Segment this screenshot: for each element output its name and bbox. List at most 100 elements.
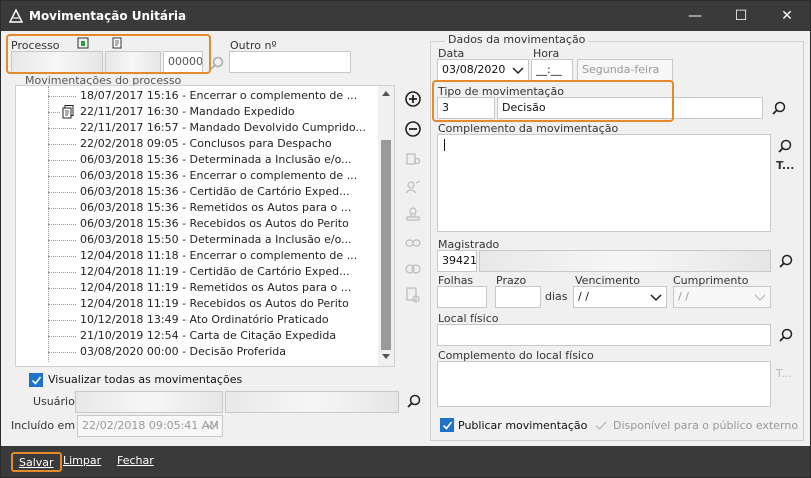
tree-connector <box>48 128 76 129</box>
tree-connector <box>48 352 76 353</box>
prazo-field[interactable] <box>495 286 541 308</box>
tree-connector <box>48 96 76 97</box>
tree-item-label: 18/07/2017 15:16 - Encerrar o complement… <box>80 89 358 102</box>
minimize-button[interactable]: — <box>672 1 718 31</box>
tree-item-label: 12/04/2018 11:19 - Certidão de Cartório … <box>80 265 350 278</box>
tree-item-label: 22/11/2017 16:57 - Mandado Devolvido Cum… <box>80 121 366 134</box>
tree-item[interactable]: 06/03/2018 15:36 - Remetidos os Autos pa… <box>16 200 378 216</box>
movimentacao-window: Movimentação Unitária — ☐ ✕ Processo 000… <box>0 0 811 478</box>
tree-item[interactable]: 12/04/2018 11:19 - Certidão de Cartório … <box>16 264 378 280</box>
disabled-check-icon <box>595 421 607 431</box>
tree-item[interactable]: 06/03/2018 15:36 - Certidão de Cartório … <box>16 184 378 200</box>
link-icon[interactable] <box>403 233 423 253</box>
tree-connector <box>48 192 76 193</box>
processo-highlight <box>6 34 211 74</box>
tree-item-label: 10/12/2018 13:49 - Ato Ordinatório Prati… <box>80 313 329 326</box>
magistrado-name-field[interactable] <box>479 250 771 272</box>
tree-item-label: 06/03/2018 15:36 - Recebidos os Autos do… <box>80 217 349 230</box>
data-field[interactable]: 03/08/2020 <box>437 59 529 81</box>
tree-item[interactable]: 22/11/2017 16:30 - Mandado Expedido <box>16 104 378 120</box>
check-icon <box>31 376 42 385</box>
check-icon <box>442 421 453 430</box>
cumprimento-value: / / <box>678 290 689 303</box>
fechar-button[interactable]: Fechar <box>111 452 160 472</box>
vencimento-field[interactable]: / / <box>573 286 667 308</box>
tree-item-label: 12/04/2018 11:19 - Recebidos os Autos do… <box>80 297 349 310</box>
folhas-field[interactable] <box>437 286 487 308</box>
tree-item[interactable]: 06/03/2018 15:36 - Encerrar o complement… <box>16 168 378 184</box>
tree-item[interactable]: 06/03/2018 15:50 - Determinada a Inclusã… <box>16 232 378 248</box>
stamp-icon[interactable] <box>403 205 423 225</box>
usuario-name-field[interactable] <box>225 391 399 413</box>
tree-item[interactable]: 12/04/2018 11:18 - Encerrar o complement… <box>16 248 378 264</box>
tree-item[interactable]: 10/12/2018 13:49 - Ato Ordinatório Prati… <box>16 312 378 328</box>
tree-item[interactable]: 12/04/2018 11:19 - Recebidos os Autos do… <box>16 296 378 312</box>
visualizar-todas-checkbox[interactable] <box>29 373 43 387</box>
usuario-code-field[interactable] <box>75 391 223 413</box>
tree-connector <box>48 224 76 225</box>
scroll-down-icon[interactable] <box>382 354 390 360</box>
salvar-button[interactable]: Salvar <box>11 452 62 472</box>
tree-item[interactable]: 22/11/2017 16:57 - Mandado Devolvido Cum… <box>16 120 378 136</box>
incluido-em-value: 22/02/2018 09:05:41 AM <box>82 419 219 432</box>
tree-item[interactable]: 06/03/2018 15:36 - Determinada a Inclusã… <box>16 152 378 168</box>
window-title: Movimentação Unitária <box>29 9 187 23</box>
chevron-down-icon <box>206 423 218 430</box>
close-button[interactable]: ✕ <box>764 1 810 31</box>
tree-connector <box>48 336 76 337</box>
tree-item-label: 12/04/2018 11:19 - Remetidos os Autos pa… <box>80 281 352 294</box>
weekday-field: Segunda-feira <box>577 59 673 81</box>
movimentacoes-tree[interactable]: 18/07/2017 15:16 - Encerrar o complement… <box>15 85 395 367</box>
tree-item-label: 06/03/2018 15:36 - Certidão de Cartório … <box>80 185 350 198</box>
visualizar-todas-label[interactable]: Visualizar todas as movimentações <box>48 373 242 386</box>
tipo-search-icon[interactable] <box>771 100 787 116</box>
hora-field[interactable]: __:__ <box>531 59 573 81</box>
user-key-icon[interactable] <box>403 177 423 197</box>
scroll-thumb[interactable] <box>381 140 391 350</box>
tree-item[interactable]: 22/02/2018 09:05 - Conclusos para Despac… <box>16 136 378 152</box>
remove-icon[interactable] <box>403 119 423 139</box>
tree-item-label: 03/08/2020 00:00 - Decisão Proferida <box>80 345 286 358</box>
cumprimento-field: / / <box>673 286 771 308</box>
scroll-up-icon[interactable] <box>382 90 390 96</box>
publicar-checkbox[interactable] <box>440 418 454 432</box>
processo-search-icon[interactable] <box>209 55 225 71</box>
tree-scrollbar[interactable] <box>378 86 394 366</box>
outro-numero-field[interactable] <box>229 51 351 73</box>
publicar-label[interactable]: Publicar movimentação <box>458 419 587 432</box>
cumprimento-chevron-icon <box>754 294 766 301</box>
local-fisico-field[interactable] <box>437 324 771 346</box>
incluido-em-label: Incluído em : <box>11 419 83 432</box>
tree-item[interactable]: 18/07/2017 15:16 - Encerrar o complement… <box>16 88 378 104</box>
maximize-button[interactable]: ☐ <box>718 1 764 31</box>
tree-item[interactable]: 03/08/2020 00:00 - Decisão Proferida <box>16 344 378 360</box>
tree-item[interactable]: 06/03/2018 15:36 - Recebidos os Autos do… <box>16 216 378 232</box>
magistrado-search-icon[interactable] <box>778 253 794 269</box>
tree-item[interactable]: 21/10/2019 12:54 - Carta de Citação Expe… <box>16 328 378 344</box>
complemento-local-textarea[interactable] <box>437 361 771 407</box>
complemento-search-icon[interactable] <box>777 138 793 154</box>
tree-connector <box>48 304 76 305</box>
complemento-text-button[interactable]: T... <box>776 159 794 172</box>
usuario-search-icon[interactable] <box>406 393 422 409</box>
tipo-highlight <box>432 80 674 122</box>
add-icon[interactable] <box>403 89 423 109</box>
vencimento-chevron-icon[interactable] <box>650 293 662 303</box>
tree-item-label: 06/03/2018 15:50 - Determinada a Inclusã… <box>80 233 352 246</box>
limpar-button[interactable]: Limpar <box>57 452 107 472</box>
vencimento-value: / / <box>578 290 589 303</box>
complemento-textarea[interactable] <box>437 134 771 232</box>
footer-bar: Salvar Limpar Fechar <box>1 446 810 477</box>
usuario-label: Usuário <box>33 395 75 408</box>
magistrado-code-field[interactable]: 39421 <box>437 250 477 272</box>
document-gear-icon[interactable] <box>403 285 423 305</box>
tree-connector <box>48 320 76 321</box>
document-stack-icon <box>62 105 74 119</box>
dados-legend: Dados da movimentação <box>445 33 589 46</box>
chain-icon[interactable] <box>403 259 423 279</box>
tree-item[interactable]: 12/04/2018 11:19 - Remetidos os Autos pa… <box>16 280 378 296</box>
document-user-icon[interactable] <box>403 149 423 169</box>
calendar-chevron-icon[interactable] <box>512 66 524 76</box>
tree-item-label: 12/04/2018 11:18 - Encerrar o complement… <box>80 249 358 262</box>
local-fisico-search-icon[interactable] <box>778 327 794 343</box>
